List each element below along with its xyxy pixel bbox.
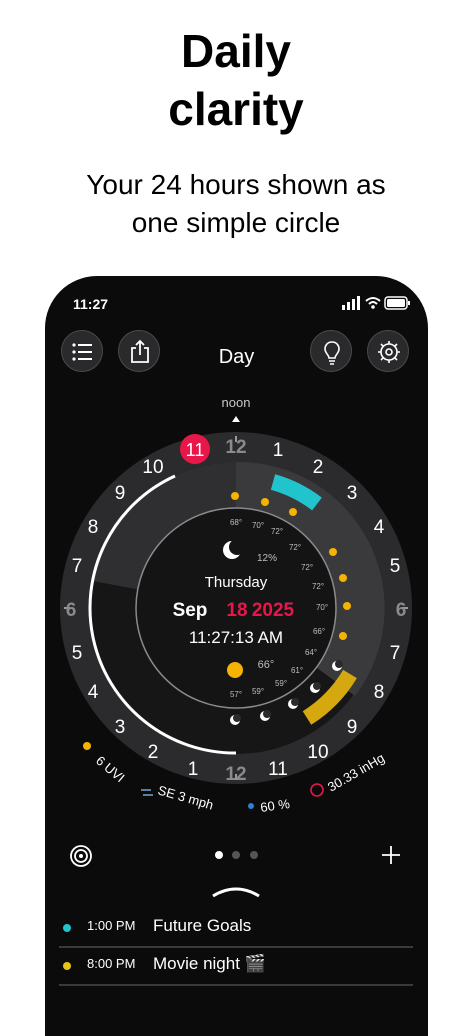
- spiral-icon[interactable]: [69, 844, 93, 868]
- hour-label: 2: [313, 457, 324, 478]
- pager-dot-active[interactable]: [215, 851, 223, 859]
- temperature-label: 66°: [313, 627, 325, 636]
- hour-label: 5: [72, 643, 83, 664]
- sun-icon: [329, 548, 337, 556]
- temperature-label: 70°: [316, 603, 328, 612]
- hour-label: 9: [115, 483, 126, 504]
- sun-icon: [339, 574, 347, 582]
- hour-label: 4: [88, 682, 99, 703]
- temperature-label: 59°: [252, 687, 264, 696]
- hour-label: 9: [347, 717, 358, 738]
- day-name: Thursday: [205, 574, 268, 591]
- hour-label: 1: [273, 440, 284, 461]
- add-icon[interactable]: [380, 844, 402, 866]
- temperature-label: 72°: [312, 582, 324, 591]
- hour-label: 3: [115, 717, 126, 738]
- temperature-label: 72°: [289, 543, 301, 552]
- pager-dot[interactable]: [232, 851, 240, 859]
- event-title: Future Goals: [153, 916, 252, 935]
- hour-label: 11: [268, 759, 288, 780]
- sun-icon: [231, 492, 239, 500]
- hour-label: 7: [72, 556, 83, 577]
- hour-label: 4: [374, 517, 385, 538]
- date-year: 2025: [252, 600, 295, 621]
- noon-label: noon: [222, 395, 251, 410]
- hour-label: 6: [396, 600, 407, 621]
- hour-label: 6: [66, 600, 77, 621]
- list-item[interactable]: 8:00 PM Movie night 🎬: [59, 948, 413, 986]
- event-time: 8:00 PM: [87, 956, 136, 971]
- temperature-label: 68°: [230, 518, 242, 527]
- sun-icon: [261, 498, 269, 506]
- hour-label: 5: [390, 556, 401, 577]
- hour-label: 12: [225, 764, 246, 785]
- event-color-dot: [63, 962, 71, 970]
- pressure-label: 30.33 inHg: [325, 750, 387, 794]
- temperature-label: 72°: [301, 563, 313, 572]
- hour-label: 12: [225, 437, 246, 458]
- hour-label: 8: [374, 682, 385, 703]
- water-drop-icon: [248, 803, 254, 809]
- temperature-label: 57°: [230, 690, 242, 699]
- temperature-label: 72°: [271, 527, 283, 536]
- temperature-label: 59°: [275, 679, 287, 688]
- temperature-label: 64°: [305, 648, 317, 657]
- wind-icon: [141, 789, 153, 796]
- pressure-icon: [310, 783, 324, 797]
- hour-label: 1: [188, 759, 199, 780]
- current-time: 11:27:13 AM: [189, 628, 283, 647]
- event-color-dot: [63, 924, 71, 932]
- hour-label: 7: [390, 643, 401, 664]
- phone-screen: 11:27 Day noon 12 1 2 3 4 5 6 7 8 9 10 1…: [45, 276, 428, 1036]
- noon-marker: [232, 416, 240, 422]
- sun-icon: [289, 508, 297, 516]
- hour-label: 3: [347, 483, 358, 504]
- event-time: 1:00 PM: [87, 918, 136, 933]
- precip-label: 12%: [257, 553, 277, 564]
- temperature-label: 61°: [291, 666, 303, 675]
- subheadline-line-2: one simple circle: [131, 207, 341, 238]
- chevron-up-icon[interactable]: [211, 884, 261, 898]
- temperature-label: 66°: [258, 659, 275, 671]
- headline-line-2: clarity: [168, 83, 304, 135]
- temperature-label: 70°: [252, 521, 264, 530]
- headline-line-1: Daily: [181, 25, 291, 77]
- hour-label: 10: [142, 457, 163, 478]
- hour-label: 10: [307, 742, 328, 763]
- sun-icon: [83, 742, 91, 750]
- hour-label: 2: [148, 742, 159, 763]
- hour-label: 8: [88, 517, 99, 538]
- headline: Daily clarity: [0, 22, 472, 138]
- uvi-label: 6 UVI: [93, 753, 128, 785]
- event-title: Movie night 🎬: [153, 954, 266, 973]
- pager-dot[interactable]: [250, 851, 258, 859]
- current-hour-label: 11: [186, 440, 205, 460]
- subheadline: Your 24 hours shown as one simple circle: [0, 166, 472, 242]
- date-day: 18: [226, 600, 247, 621]
- sun-icon: [227, 662, 243, 678]
- wind-label: SE 3 mph: [156, 782, 215, 812]
- sun-icon: [339, 632, 347, 640]
- sun-icon: [343, 602, 351, 610]
- humidity-label: 60 %: [259, 796, 291, 815]
- day-dial[interactable]: noon 12 1 2 3 4 5 6 7 8 9 10 11 12 10 9 …: [45, 276, 428, 836]
- list-item[interactable]: 1:00 PM Future Goals: [59, 910, 413, 948]
- date-month: Sep: [173, 600, 208, 621]
- subheadline-line-1: Your 24 hours shown as: [86, 169, 386, 200]
